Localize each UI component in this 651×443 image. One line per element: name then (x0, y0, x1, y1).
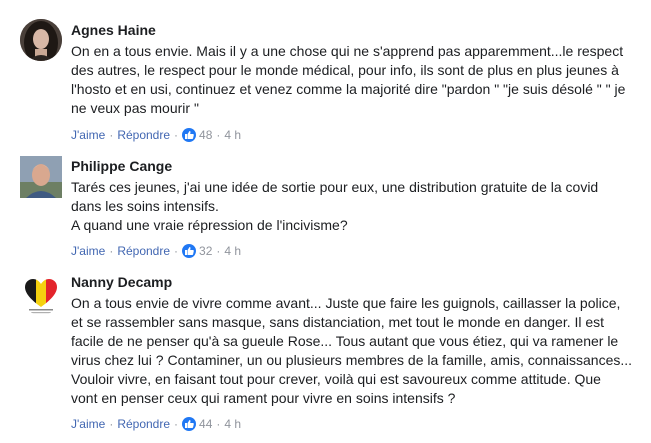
thumbs-up-icon[interactable] (182, 417, 197, 431)
separator-dot: · (174, 128, 179, 142)
reaction-count[interactable]: 32 (199, 244, 212, 258)
avatar[interactable] (20, 19, 62, 61)
separator-dot: · (109, 128, 114, 142)
like-link[interactable]: J'aime (71, 128, 105, 142)
reaction-count[interactable]: 44 (199, 417, 212, 431)
comment-text: Tarés ces jeunes, j'ai une idée de sorti… (71, 179, 599, 233)
like-link[interactable]: J'aime (71, 244, 105, 258)
comment-actions: J'aime · Répondre · 44 · 4 h (71, 416, 241, 432)
thumbs-up-icon[interactable] (182, 244, 197, 258)
avatar-philippe-image (20, 156, 62, 198)
comment-nanny-decamp: Nanny Decamp On a tous envie de vivre co… (0, 265, 651, 443)
timestamp[interactable]: 4 h (224, 417, 241, 431)
separator-dot: · (109, 417, 114, 431)
comment-agnes-haine: Agnes Haine On en a tous envie. Mais il … (0, 0, 651, 150)
reply-link[interactable]: Répondre (117, 417, 170, 431)
avatar-agnes-image (20, 19, 62, 61)
comment-text: On a tous envie de vivre comme avant... … (71, 295, 633, 406)
comment-actions: J'aime · Répondre · 32 · 4 h (71, 243, 241, 259)
timestamp[interactable]: 4 h (224, 128, 241, 142)
avatar[interactable] (20, 273, 62, 315)
separator-dot: · (174, 244, 179, 258)
avatar[interactable] (20, 156, 62, 198)
comment-author[interactable]: Philippe Cange (71, 157, 172, 175)
separator-dot: · (174, 417, 179, 431)
belgian-heart-icon (20, 273, 62, 315)
reply-link[interactable]: Répondre (117, 128, 170, 142)
timestamp[interactable]: 4 h (224, 244, 241, 258)
separator-dot: · (216, 128, 221, 142)
reply-link[interactable]: Répondre (117, 244, 170, 258)
thumbs-up-icon[interactable] (182, 128, 197, 142)
separator-dot: · (216, 417, 221, 431)
comment-text: On en a tous envie. Mais il y a une chos… (71, 43, 626, 116)
separator-dot: · (109, 244, 114, 258)
comment-philippe-cange: Philippe Cange Tarés ces jeunes, j'ai un… (0, 150, 651, 265)
comment-actions: J'aime · Répondre · 48 · 4 h (71, 127, 241, 143)
separator-dot: · (216, 244, 221, 258)
like-link[interactable]: J'aime (71, 417, 105, 431)
reaction-count[interactable]: 48 (199, 128, 212, 142)
comment-author[interactable]: Nanny Decamp (71, 273, 172, 291)
comment-author[interactable]: Agnes Haine (71, 21, 156, 39)
